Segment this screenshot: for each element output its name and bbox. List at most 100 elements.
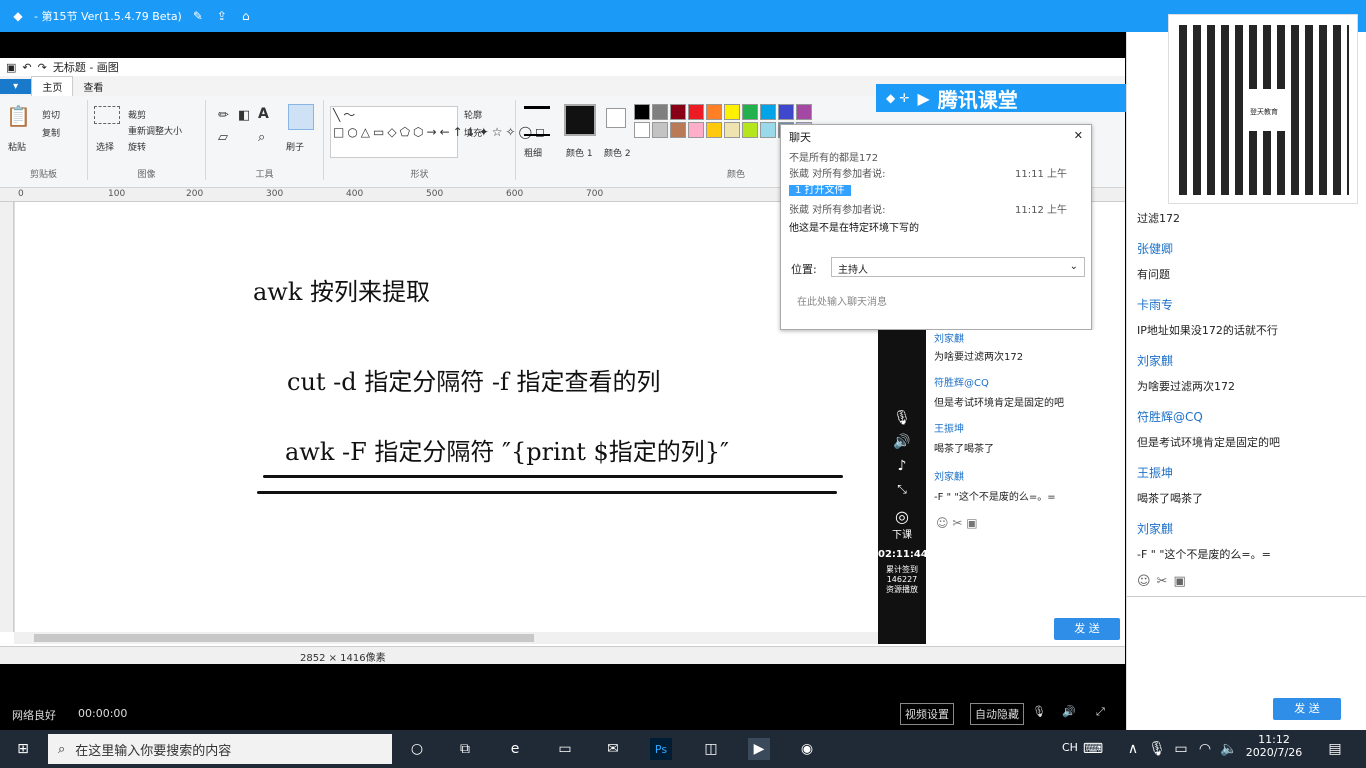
shapes-gallery[interactable]: ╲〜□○△▭◇⬠⬡→←↑↓✦☆✧◯◻ [330,106,545,158]
speaker-icon[interactable]: 🔊 [1062,705,1076,718]
file-explorer-icon[interactable]: ▭ [554,738,576,760]
close-icon[interactable]: ✕ [1074,129,1083,143]
send-button[interactable]: 发 送 [1054,618,1120,640]
chat-message-text: 有问题 [1137,268,1170,281]
color1-button[interactable]: 颜色 1 [566,146,593,159]
share-icon[interactable]: ⇪ [214,8,230,24]
windows-start-icon[interactable]: ⊞ [12,738,34,760]
crop-button[interactable]: 裁剪 [128,108,146,121]
clock[interactable]: 11:12 2020/7/26 [1244,733,1304,759]
resize-button[interactable]: 重新调整大小 [128,124,182,137]
send-button[interactable]: 发 送 [1273,698,1341,720]
speaker-icon[interactable]: 🔊 [878,434,926,450]
tab-home[interactable]: 主页 [31,76,74,96]
end-class-button[interactable]: 下课 [878,526,926,541]
tab-file[interactable]: ▾ [0,78,32,94]
color-swatch[interactable] [742,104,758,120]
tencent-classroom-icon[interactable]: ▶ [748,738,770,760]
end-class-icon[interactable]: ◎ [878,507,926,526]
eraser-icon[interactable]: ▱ [218,130,228,145]
edge-icon[interactable]: e [504,738,526,760]
clock-date: 2020/7/26 [1245,746,1303,759]
mic-icon[interactable]: 🎙 [878,410,926,426]
color-swatch[interactable] [670,104,686,120]
select-icon[interactable] [94,106,120,124]
color-swatch[interactable] [688,122,704,138]
paste-button[interactable]: 粘贴 [8,140,26,153]
music-icon[interactable]: ♪ [878,458,926,474]
color-swatch[interactable] [706,122,722,138]
magnifier-icon[interactable]: ⌕ [258,130,265,145]
undo-icon[interactable]: ↶ [22,61,31,74]
brush-icon[interactable] [288,104,314,130]
video-settings-button[interactable]: 视频设置 [900,703,954,725]
fullscreen-icon[interactable]: ⤡ [878,482,926,497]
fullscreen-icon[interactable]: ⤢ [1096,705,1105,719]
size-icon[interactable] [524,106,550,136]
cortana-icon[interactable]: ○ [406,738,428,760]
video-app-icon[interactable]: ◉ [796,738,818,760]
mail-icon[interactable]: ✉ [602,738,624,760]
color-swatch[interactable] [724,104,740,120]
ime-indicator[interactable]: CH [1062,741,1078,754]
color-swatch[interactable] [796,104,812,120]
size-button[interactable]: 粗细 [524,146,542,159]
fill-button[interactable]: 填充 [464,126,482,139]
wifi-icon[interactable]: ◠ [1194,738,1216,760]
expand-icon[interactable]: ◆ ✛ [886,91,909,105]
color-swatch[interactable] [760,104,776,120]
mic-mute-icon[interactable]: 🎙 [1032,705,1046,718]
copy-button[interactable]: 复制 [42,126,60,139]
app-icon[interactable]: ◫ [700,738,722,760]
color-swatch[interactable] [634,104,650,120]
scrollbar-thumb[interactable] [34,634,534,642]
home-icon[interactable]: ⌂ [238,8,254,24]
color2-button[interactable]: 颜色 2 [604,146,631,159]
volume-icon[interactable]: 🔈 [1218,738,1240,760]
color-swatch[interactable] [670,122,686,138]
auto-hide-button[interactable]: 自动隐藏 [970,703,1024,725]
chevron-up-icon[interactable]: ∧ [1122,738,1144,760]
play-icon[interactable]: ▶ [917,89,929,108]
save-icon[interactable]: ▣ [6,61,16,74]
notification-icon[interactable]: ▤ [1324,738,1346,760]
color-swatch[interactable] [634,122,650,138]
photoshop-icon[interactable]: Ps [650,738,672,760]
color1-swatch[interactable] [564,104,596,136]
keyboard-icon[interactable]: ⌨ [1082,738,1104,760]
paste-icon[interactable]: 📋 [6,104,31,128]
brush-button[interactable]: 刷子 [286,140,304,153]
chat-input[interactable]: 在此处输入聊天消息 [797,293,887,308]
mic-icon[interactable]: 🎙 [1146,738,1168,760]
color-swatch[interactable] [742,122,758,138]
drawing-canvas[interactable]: awk 按列来提取 cut -d 指定分隔符 -f 指定查看的列 awk -F … [14,202,878,632]
tab-view[interactable]: 查看 [73,77,113,96]
tencent-brand: 腾讯课堂 [937,87,1018,112]
taskbar-search[interactable]: ⌕ 在这里输入你要搜索的内容 [48,734,392,764]
text-tool-icon[interactable]: A [258,106,269,122]
color-swatch[interactable] [778,104,794,120]
redo-icon[interactable]: ↷ [38,61,47,74]
outline-button[interactable]: 轮廓 [464,108,482,121]
emoji-icon[interactable]: ☺ ✂ ▣ [936,516,978,530]
color2-swatch[interactable] [606,108,626,128]
rotate-button[interactable]: 旋转 [128,140,146,153]
stat-value: 146227 [886,575,918,584]
fill-bucket-icon[interactable]: ◧ [238,108,250,123]
cut-button[interactable]: 剪切 [42,108,60,121]
position-select[interactable]: 主持人 ⌄ [831,257,1085,277]
task-view-icon[interactable]: ⧉ [454,738,476,760]
pencil-icon[interactable]: ✏ [218,108,229,123]
emoji-icon[interactable]: ☺✂▣ [1137,574,1192,589]
color-swatch[interactable] [652,104,668,120]
horizontal-scrollbar[interactable] [14,632,878,644]
edit-icon[interactable]: ✎ [190,8,206,24]
battery-icon[interactable]: ▭ [1170,738,1192,760]
qr-logo: 登天教育 [1243,89,1285,131]
color-swatch[interactable] [652,122,668,138]
select-button[interactable]: 选择 [96,140,114,153]
color-swatch[interactable] [688,104,704,120]
color-swatch[interactable] [724,122,740,138]
color-swatch[interactable] [706,104,722,120]
color-swatch[interactable] [760,122,776,138]
